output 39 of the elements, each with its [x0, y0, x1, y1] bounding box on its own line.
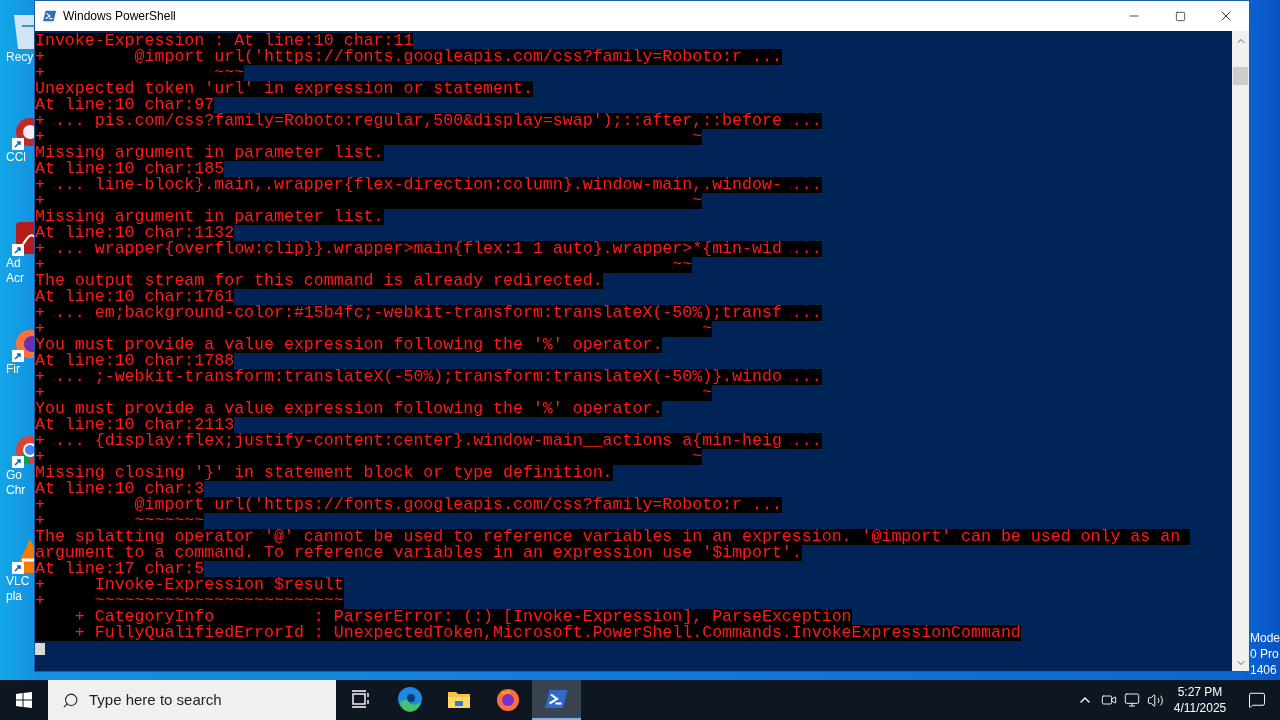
icon-label: VLC	[6, 574, 30, 589]
edge-icon	[396, 686, 423, 712]
search-input[interactable]: Type here to search	[89, 688, 336, 712]
meet-icon[interactable]	[1101, 692, 1117, 708]
folder-icon	[446, 689, 471, 709]
icon-label: CCl	[6, 150, 26, 165]
volume-icon[interactable]	[1147, 691, 1164, 709]
window-title: Windows PowerShell	[63, 8, 176, 25]
cursor-icon	[35, 643, 45, 655]
shortcut-arrow-icon	[12, 138, 24, 150]
powershell-icon	[544, 687, 569, 711]
icon-label: Acr	[6, 271, 24, 286]
desktop-watermark-text: Mode	[1250, 630, 1280, 646]
desktop-watermark-text: 1406	[1250, 662, 1277, 678]
icon-label: Chr	[6, 483, 26, 498]
shortcut-arrow-icon	[12, 456, 24, 468]
shortcut-arrow-icon	[12, 350, 24, 362]
icon-label: Go	[6, 468, 22, 483]
notification-icon[interactable]	[1248, 691, 1266, 709]
clock-date: 4/11/2025	[1173, 700, 1227, 716]
desktop-watermark-text: 0 Pro	[1250, 646, 1279, 662]
scrollbar[interactable]	[1232, 31, 1249, 671]
powershell-icon	[43, 9, 57, 23]
icon-label: pla	[6, 589, 22, 604]
search-icon	[62, 691, 79, 709]
task-view-icon	[350, 690, 371, 708]
icon-label: Recy	[6, 50, 34, 65]
icon-label: Fir	[6, 362, 20, 377]
scroll-thumb[interactable]	[1233, 67, 1248, 85]
icon-label: Ad	[6, 256, 21, 271]
network-icon[interactable]	[1124, 692, 1140, 708]
clock[interactable]: 5:27 PM 4/11/2025	[1172, 684, 1228, 716]
maximize-icon	[1174, 10, 1186, 22]
shortcut-arrow-icon	[12, 244, 24, 256]
firefox-icon	[494, 686, 521, 712]
clock-time: 5:27 PM	[1177, 684, 1223, 700]
search-field[interactable]: Type here to search	[48, 680, 336, 720]
shortcut-arrow-icon	[12, 562, 24, 574]
windows-logo-icon	[16, 692, 32, 708]
